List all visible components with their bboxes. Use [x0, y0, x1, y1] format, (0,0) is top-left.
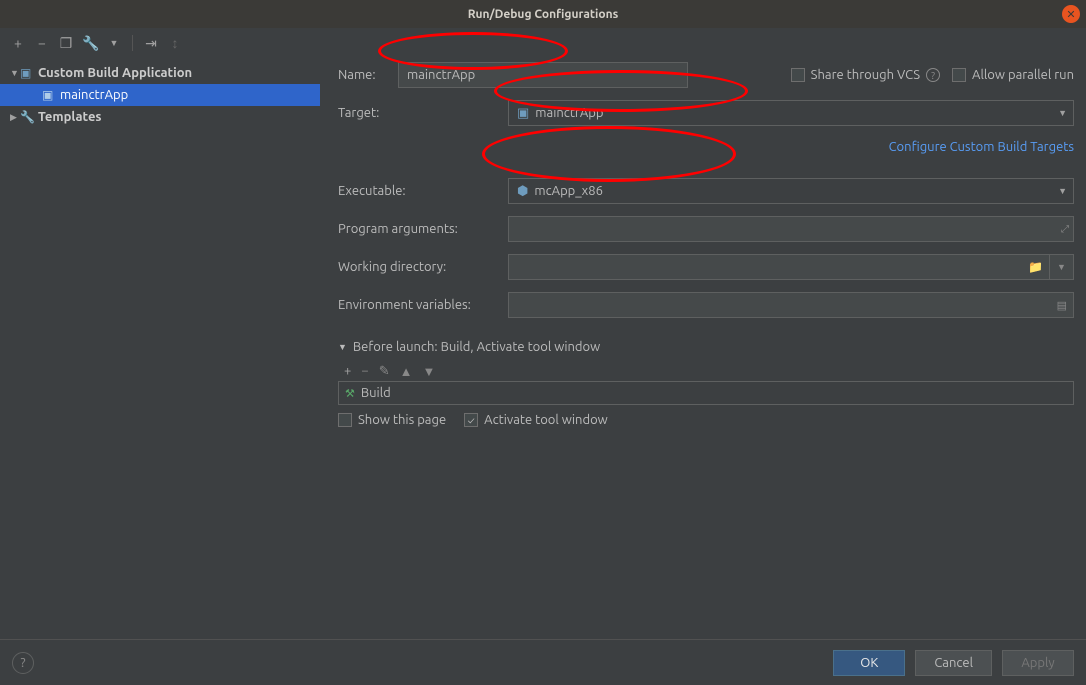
allow-parallel-checkbox[interactable]: Allow parallel run [952, 68, 1074, 82]
titlebar: Run/Debug Configurations ✕ [0, 0, 1086, 28]
chevron-down-icon[interactable]: ▼ [1049, 255, 1073, 279]
help-icon[interactable]: ? [12, 652, 34, 674]
program-args-label: Program arguments: [338, 222, 508, 236]
checkbox-icon [464, 413, 478, 427]
tree-mainctrapp[interactable]: ▣ mainctrApp [0, 84, 320, 106]
config-tree: ▼ ▣ Custom Build Application ▣ mainctrAp… [0, 58, 320, 638]
config-form: Name: Share through VCS ? Allow parallel… [320, 58, 1086, 638]
before-launch-toolbar: + − ✎ ▲ ▼ [338, 362, 1074, 381]
target-label: Target: [338, 106, 508, 120]
tree-label: mainctrApp [60, 88, 128, 102]
remove-icon[interactable]: − [361, 364, 368, 379]
app-icon: ▣ [517, 106, 529, 121]
folder-move-icon[interactable]: ⇥ [143, 35, 159, 52]
build-label: Build [361, 386, 391, 400]
env-vars-input[interactable]: ▤ [508, 292, 1074, 318]
checkbox-icon [791, 68, 805, 82]
main-area: ▼ ▣ Custom Build Application ▣ mainctrAp… [0, 58, 1086, 638]
ok-button[interactable]: OK [833, 650, 905, 676]
target-value: mainctrApp [535, 106, 603, 120]
sort-icon[interactable]: ↕ [167, 35, 183, 51]
move-down-icon[interactable]: ▼ [422, 364, 435, 379]
allow-parallel-label: Allow parallel run [972, 68, 1074, 82]
checkbox-icon [952, 68, 966, 82]
working-dir-input[interactable]: 📁 ▼ [508, 254, 1074, 280]
add-icon[interactable]: + [10, 35, 26, 51]
build-task-item[interactable]: ⚒ Build [339, 382, 1073, 404]
before-launch-title: Before launch: Build, Activate tool wind… [353, 340, 600, 354]
wrench-icon: 🔧 [20, 110, 38, 124]
edit-icon[interactable]: ✎ [379, 364, 390, 379]
move-up-icon[interactable]: ▲ [400, 364, 413, 379]
name-input[interactable] [398, 62, 688, 88]
list-icon[interactable]: ▤ [1057, 299, 1067, 312]
program-args-input[interactable]: ⤢ [508, 216, 1074, 242]
chevron-right-icon: ▶ [10, 112, 20, 123]
activate-tool-window-checkbox[interactable]: Activate tool window [464, 413, 608, 427]
cancel-button[interactable]: Cancel [915, 650, 992, 676]
tree-label: Templates [38, 110, 102, 124]
chevron-down-icon: ▼ [338, 342, 347, 352]
chevron-down-icon: ▼ [10, 68, 20, 78]
chevron-down-icon[interactable]: ▼ [106, 38, 122, 48]
before-launch-section[interactable]: ▼ Before launch: Build, Activate tool wi… [338, 340, 1074, 354]
checkbox-icon [338, 413, 352, 427]
configure-targets-link[interactable]: Configure Custom Build Targets [889, 140, 1074, 154]
add-icon[interactable]: + [344, 364, 351, 379]
executable-dropdown[interactable]: ⬢ mcApp_x86 ▼ [508, 178, 1074, 204]
binary-icon: ⬢ [517, 184, 528, 199]
folder-icon[interactable]: 📁 [1028, 260, 1043, 274]
tree-templates[interactable]: ▶ 🔧 Templates [0, 106, 320, 128]
wrench-icon[interactable]: 🔧 [82, 35, 98, 52]
tree-custom-build-app[interactable]: ▼ ▣ Custom Build Application [0, 62, 320, 84]
hammer-icon: ⚒ [345, 387, 355, 400]
working-dir-label: Working directory: [338, 260, 508, 274]
show-this-page-checkbox[interactable]: Show this page [338, 413, 446, 427]
dialog-footer: ? OK Cancel Apply [0, 639, 1086, 685]
help-icon[interactable]: ? [926, 68, 940, 82]
close-icon[interactable]: ✕ [1062, 5, 1080, 23]
tree-label: Custom Build Application [38, 66, 192, 80]
window-title: Run/Debug Configurations [468, 8, 619, 21]
apply-button[interactable]: Apply [1002, 650, 1074, 676]
app-icon: ▣ [20, 66, 38, 80]
share-vcs-checkbox[interactable]: Share through VCS ? [791, 68, 940, 82]
before-launch-list: ⚒ Build [338, 381, 1074, 405]
chevron-down-icon: ▼ [1058, 186, 1067, 196]
remove-icon[interactable]: − [34, 35, 50, 51]
executable-label: Executable: [338, 184, 508, 198]
copy-icon[interactable]: ❐ [58, 35, 74, 52]
name-label: Name: [338, 68, 398, 82]
target-dropdown[interactable]: ▣ mainctrApp ▼ [508, 100, 1074, 126]
config-toolbar: + − ❐ 🔧 ▼ ⇥ ↕ [0, 28, 1086, 58]
show-this-page-label: Show this page [358, 413, 446, 427]
executable-value: mcApp_x86 [534, 184, 603, 198]
app-icon: ▣ [42, 88, 60, 102]
separator [132, 35, 133, 51]
activate-tool-window-label: Activate tool window [484, 413, 608, 427]
share-vcs-label: Share through VCS [811, 68, 920, 82]
chevron-down-icon: ▼ [1058, 108, 1067, 118]
env-vars-label: Environment variables: [338, 298, 508, 312]
expand-icon[interactable]: ⤢ [1061, 223, 1069, 235]
